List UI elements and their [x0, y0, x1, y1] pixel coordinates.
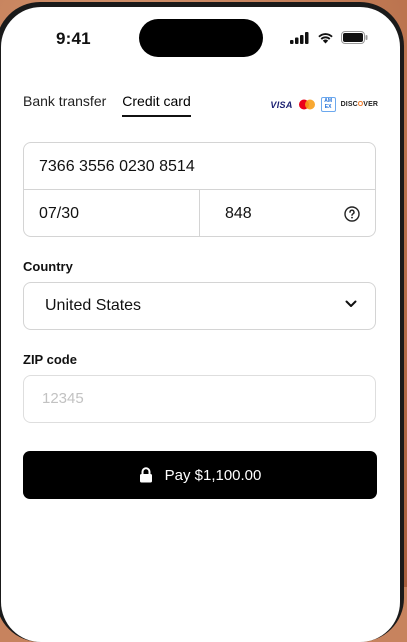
- battery-icon: [341, 31, 368, 44]
- zip-placeholder: 12345: [42, 390, 84, 407]
- country-select-value: United States: [45, 297, 142, 314]
- tab-bank-transfer[interactable]: Bank transfer: [23, 93, 106, 117]
- dynamic-island: [139, 19, 263, 57]
- wifi-icon: [318, 32, 333, 43]
- card-number-input[interactable]: 7366 3556 0230 8514: [24, 143, 375, 190]
- status-icons: [290, 31, 368, 44]
- amex-logo: AM EX: [320, 97, 336, 112]
- lock-icon: [139, 467, 152, 483]
- card-expiry-input[interactable]: 07/30: [24, 190, 200, 237]
- phone-screen: 9:41 Bank transfer Credit card VISA AM E…: [1, 7, 400, 642]
- tab-credit-card[interactable]: Credit card: [122, 93, 191, 117]
- card-cvc-value: 848: [225, 205, 252, 222]
- status-time: 9:41: [56, 29, 91, 48]
- payment-method-tabs: Bank transfer Credit card: [23, 93, 191, 117]
- visa-logo: VISA: [270, 99, 293, 110]
- chevron-down-icon: [345, 300, 357, 307]
- question-circle-icon[interactable]: [344, 206, 360, 222]
- zip-label: ZIP code: [23, 352, 77, 367]
- card-details-group: 7366 3556 0230 8514 07/30 848: [23, 142, 376, 237]
- pay-button-label: Pay $1,100.00: [164, 466, 262, 484]
- signal-icon: [290, 31, 309, 44]
- pay-button[interactable]: Pay $1,100.00: [23, 451, 377, 499]
- card-cvc-input[interactable]: 848: [200, 190, 375, 237]
- discover-logo: DISCOVER: [341, 101, 378, 108]
- discover-logo-part2: VER: [363, 101, 378, 108]
- mastercard-icon: [298, 99, 315, 110]
- country-label: Country: [23, 259, 73, 274]
- country-select[interactable]: United States: [23, 282, 376, 330]
- phone-frame: 9:41 Bank transfer Credit card VISA AM E…: [0, 2, 404, 642]
- amex-logo-line2: EX: [324, 104, 332, 110]
- card-brand-logos: VISA AM EX DISCOVER: [270, 97, 378, 112]
- status-bar: 9:41: [1, 7, 400, 63]
- discover-logo-part1: DISC: [340, 101, 358, 108]
- zip-input[interactable]: 12345: [23, 375, 376, 423]
